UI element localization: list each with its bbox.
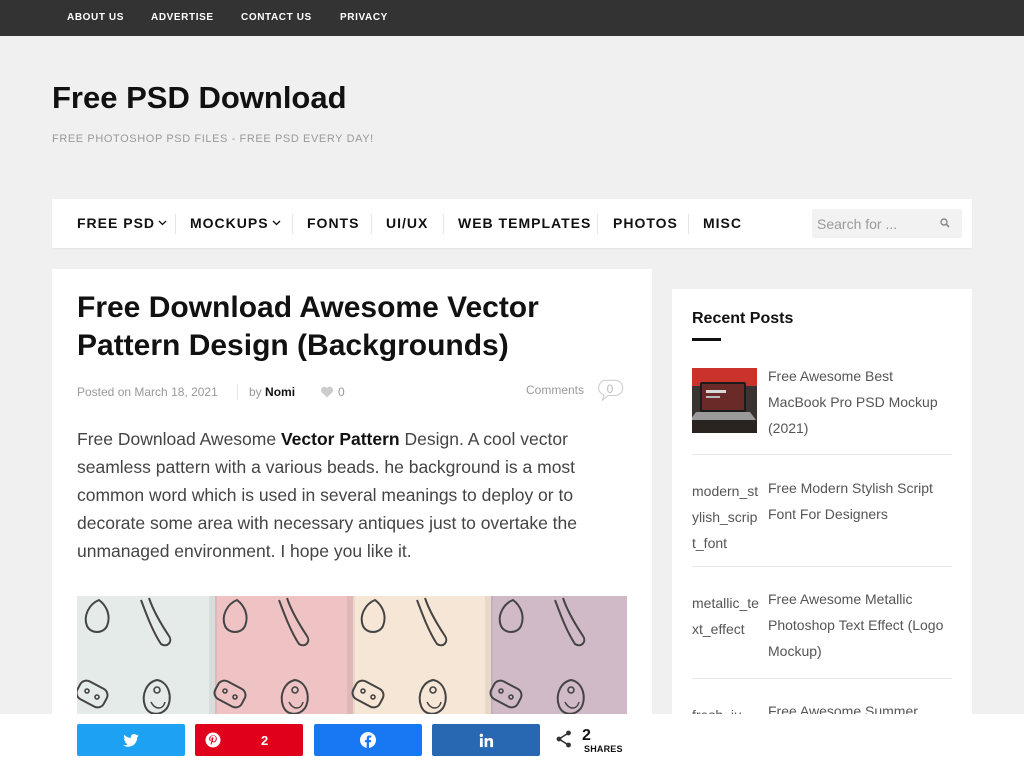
nav-item-misc[interactable]: MISC	[703, 215, 742, 231]
nav-separator	[597, 214, 598, 234]
nav-separator	[371, 214, 372, 234]
main-nav: FREE PSD MOCKUPS FONTS UI/UX WEB TEMPLAT…	[52, 199, 972, 248]
by-label: by	[249, 385, 262, 399]
nav-item-mockups[interactable]: MOCKUPS	[190, 215, 281, 231]
likes-count: 0	[338, 385, 345, 399]
facebook-share-button[interactable]	[314, 724, 422, 756]
search-box	[812, 209, 962, 238]
nav-item-label: FREE PSD	[77, 215, 156, 231]
pinterest-icon	[205, 732, 221, 748]
meta-separator	[237, 384, 238, 400]
top-menu-contact-us[interactable]: CONTACT US	[241, 12, 312, 23]
nav-separator	[292, 214, 293, 234]
nav-item-web-templates[interactable]: WEB TEMPLATES	[458, 215, 591, 231]
pinterest-share-button[interactable]	[195, 724, 303, 756]
top-bar: ABOUT US ADVERTISE CONTACT US PRIVACY	[0, 0, 1024, 36]
nav-separator	[175, 214, 176, 234]
top-menu-advertise[interactable]: ADVERTISE	[151, 12, 214, 23]
comments-count: 0	[606, 382, 614, 396]
pinterest-share-count: 2	[261, 733, 269, 748]
twitter-icon	[123, 733, 139, 747]
broken-image-thumbnail[interactable]: metallic_text_effect	[692, 590, 760, 642]
macbook-mockup-thumbnail[interactable]	[692, 368, 757, 433]
nav-separator	[443, 214, 444, 234]
search-input[interactable]	[812, 209, 935, 238]
nav-item-label: FONTS	[307, 215, 360, 231]
nav-item-free-psd[interactable]: FREE PSD	[77, 215, 167, 231]
nav-item-photos[interactable]: PHOTOS	[613, 215, 678, 231]
widget-title-underline	[692, 338, 721, 341]
recent-post-link[interactable]: Free Modern Stylish Script Font For Desi…	[768, 475, 954, 527]
nav-item-label: MISC	[703, 215, 742, 231]
post-title[interactable]: Free Download Awesome Vector Pattern Des…	[77, 289, 637, 365]
facebook-icon	[360, 732, 376, 748]
total-shares-count: 2	[582, 727, 591, 744]
nav-item-label: WEB TEMPLATES	[458, 215, 592, 231]
post-author: by Nomi	[249, 385, 295, 399]
nav-separator	[688, 214, 689, 234]
article-card: Free Download Awesome Vector Pattern Des…	[52, 269, 652, 729]
author-link[interactable]: Nomi	[265, 385, 295, 399]
recent-post-link[interactable]: Free Awesome Best MacBook Pro PSD Mockup…	[768, 363, 954, 441]
social-share-bar: 2	[0, 714, 1024, 768]
nav-item-label: PHOTOS	[613, 215, 678, 231]
sidebar-recent-posts: Recent Posts Free Awesome Best MacBook P…	[672, 289, 972, 729]
post-divider	[692, 678, 952, 679]
site-tagline: FREE PHOTOSHOP PSD FILES - FREE PSD EVER…	[52, 133, 374, 145]
post-divider	[692, 566, 952, 567]
post-divider	[692, 454, 952, 455]
excerpt-text-start: Free Download Awesome	[77, 429, 281, 449]
chevron-down-icon	[158, 220, 167, 226]
site-title[interactable]: Free PSD Download	[52, 80, 347, 116]
linkedin-icon	[479, 733, 493, 747]
chevron-down-icon	[272, 220, 281, 226]
broken-image-thumbnail[interactable]: modern_stylish_script_font	[692, 478, 760, 556]
posted-on-label: Posted on	[77, 385, 132, 399]
post-excerpt: Free Download Awesome Vector Pattern Des…	[77, 425, 617, 565]
nav-item-fonts[interactable]: FONTS	[307, 215, 359, 231]
heart-icon[interactable]	[320, 386, 334, 398]
search-icon[interactable]	[940, 218, 950, 228]
top-menu-privacy[interactable]: PRIVACY	[340, 12, 388, 23]
top-menu-about-us[interactable]: ABOUT US	[67, 12, 124, 23]
linkedin-share-button[interactable]	[432, 724, 540, 756]
share-icon	[556, 730, 571, 748]
post-date: Posted on March 18, 2021	[77, 385, 218, 399]
excerpt-link[interactable]: Vector Pattern	[281, 429, 400, 449]
nav-item-ui-ux[interactable]: UI/UX	[386, 215, 428, 231]
nav-item-label: MOCKUPS	[190, 215, 269, 231]
nav-item-label: UI/UX	[386, 215, 429, 231]
post-date-value[interactable]: March 18, 2021	[134, 385, 217, 399]
total-shares-label: SHARES	[584, 744, 623, 754]
comments-label[interactable]: Comments	[526, 383, 584, 397]
twitter-share-button[interactable]	[77, 724, 185, 756]
widget-title: Recent Posts	[692, 310, 794, 327]
pattern-preview-image[interactable]	[77, 596, 627, 729]
recent-post-link[interactable]: Free Awesome Metallic Photoshop Text Eff…	[768, 586, 954, 664]
